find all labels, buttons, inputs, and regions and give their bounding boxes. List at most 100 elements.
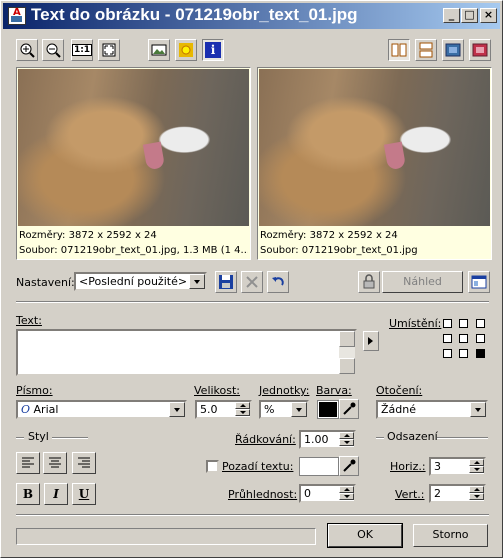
line-spacing-stepper[interactable]: 1.00 <box>299 430 356 449</box>
arrow-right-icon <box>368 337 373 345</box>
fit-to-window-button[interactable] <box>98 39 120 61</box>
chevron-down-icon[interactable] <box>291 402 307 417</box>
horiz-offset-label: Horiz.: <box>390 460 426 473</box>
preview-button[interactable]: Náhled <box>382 271 463 293</box>
divider <box>16 301 489 303</box>
horiz-offset-value: 3 <box>434 460 441 473</box>
spin-down-icon[interactable] <box>339 493 354 500</box>
opacity-value: 0 <box>304 487 311 500</box>
result-file-info: Soubor: 071219obr_text_01.jpg <box>260 245 418 256</box>
units-dropdown[interactable]: % <box>259 400 309 419</box>
line-spacing-label: Řádkování: <box>235 433 296 446</box>
actual-size-button[interactable]: 1:1 <box>71 39 93 61</box>
reset-settings-button[interactable] <box>267 271 289 293</box>
font-color-swatch[interactable] <box>317 400 339 419</box>
placement-middle-left[interactable] <box>443 334 452 343</box>
lock-button[interactable] <box>358 271 380 293</box>
view-before-button[interactable] <box>442 39 464 61</box>
cancel-button[interactable]: Storno <box>413 524 488 547</box>
save-icon <box>219 275 233 289</box>
original-image <box>18 69 249 226</box>
spin-up-icon[interactable] <box>339 432 354 439</box>
app-icon <box>8 7 26 25</box>
spin-up-icon[interactable] <box>469 486 484 493</box>
view-after-button[interactable] <box>469 39 491 61</box>
chevron-down-icon[interactable] <box>189 274 205 289</box>
text-scrollbar[interactable] <box>339 331 355 374</box>
rotation-dropdown[interactable]: Žádné <box>376 400 488 419</box>
bold-button[interactable]: B <box>16 483 40 505</box>
placement-middle-right[interactable] <box>476 334 485 343</box>
placement-center[interactable] <box>459 334 468 343</box>
chevron-down-icon[interactable] <box>169 402 185 417</box>
placement-grid[interactable] <box>443 319 488 361</box>
image-button[interactable] <box>148 39 170 61</box>
font-dropdown[interactable]: O Arial <box>16 400 187 419</box>
size-stepper[interactable]: 5.0 <box>195 400 252 419</box>
spin-up-icon[interactable] <box>469 459 484 466</box>
save-settings-button[interactable] <box>215 271 237 293</box>
placement-bottom-center[interactable] <box>459 349 468 358</box>
font-color-picker-button[interactable] <box>339 399 359 419</box>
view-side-by-side-button[interactable] <box>388 39 410 61</box>
underline-button[interactable]: U <box>72 483 96 505</box>
close-button[interactable]: × <box>480 8 497 23</box>
spin-down-icon[interactable] <box>339 439 354 446</box>
spin-up-icon[interactable] <box>339 486 354 493</box>
placement-top-right[interactable] <box>476 319 485 328</box>
view-top-bottom-button[interactable] <box>415 39 437 61</box>
top-bottom-icon <box>419 42 433 58</box>
original-dimensions: Rozměry: 3872 x 2592 x 24 <box>19 230 157 241</box>
text-background-checkbox[interactable] <box>206 460 219 473</box>
placement-bottom-left[interactable] <box>443 349 452 358</box>
text-input[interactable] <box>16 329 357 376</box>
scroll-up-button[interactable] <box>339 331 355 347</box>
brightness-button[interactable] <box>175 39 197 61</box>
chevron-down-icon[interactable] <box>470 402 486 417</box>
align-center-button[interactable] <box>43 452 67 474</box>
preview-original[interactable]: Rozměry: 3872 x 2592 x 24 Soubor: 071219… <box>16 67 251 260</box>
preview-result[interactable]: Rozměry: 3872 x 2592 x 24 Soubor: 071219… <box>257 67 492 260</box>
spin-down-icon[interactable] <box>235 409 250 416</box>
minimize-button[interactable]: _ <box>443 8 460 23</box>
spin-down-icon[interactable] <box>469 493 484 500</box>
landscape-icon <box>151 44 167 56</box>
progress-bar <box>16 528 316 545</box>
vert-offset-stepper[interactable]: 2 <box>429 484 486 503</box>
opacity-stepper[interactable]: 0 <box>299 484 356 503</box>
placement-top-center[interactable] <box>459 319 468 328</box>
zoom-out-icon <box>46 43 61 58</box>
background-color-swatch[interactable] <box>299 457 339 476</box>
align-right-icon <box>78 457 90 468</box>
ok-button[interactable]: OK <box>327 523 403 548</box>
settings-label: Nastavení: <box>16 276 75 289</box>
settings-value: <Poslední použité> <box>79 275 188 288</box>
zoom-in-button[interactable] <box>16 39 38 61</box>
maximize-button[interactable]: □ <box>461 8 478 23</box>
horiz-offset-stepper[interactable]: 3 <box>429 457 486 476</box>
window-icon <box>471 275 487 289</box>
window-title: Text do obrázku - 071219obr_text_01.jpg <box>31 5 358 24</box>
align-left-button[interactable] <box>16 452 40 474</box>
spin-down-icon[interactable] <box>469 466 484 473</box>
placement-bottom-right[interactable] <box>476 349 485 358</box>
delete-settings-button[interactable] <box>241 271 263 293</box>
spin-up-icon[interactable] <box>235 402 250 409</box>
align-center-icon <box>49 457 61 468</box>
text-label: Text: <box>16 314 42 327</box>
placement-top-left[interactable] <box>443 319 452 328</box>
align-right-button[interactable] <box>72 452 96 474</box>
scroll-down-button[interactable] <box>339 358 355 374</box>
info-button[interactable]: i <box>202 39 224 61</box>
italic-button[interactable]: I <box>44 483 68 505</box>
font-value: Arial <box>33 403 59 416</box>
layout-button[interactable] <box>468 271 490 293</box>
zoom-out-button[interactable] <box>42 39 64 61</box>
settings-dropdown[interactable]: <Poslední použité> <box>74 272 207 291</box>
background-color-picker-button[interactable] <box>339 456 359 476</box>
actual-size-icon: 1:1 <box>71 44 93 56</box>
title-bar[interactable]: Text do obrázku - 071219obr_text_01.jpg … <box>3 3 500 29</box>
font-label: Písmo: <box>16 384 53 397</box>
insert-field-button[interactable] <box>363 331 379 351</box>
zoom-in-icon <box>20 43 35 58</box>
